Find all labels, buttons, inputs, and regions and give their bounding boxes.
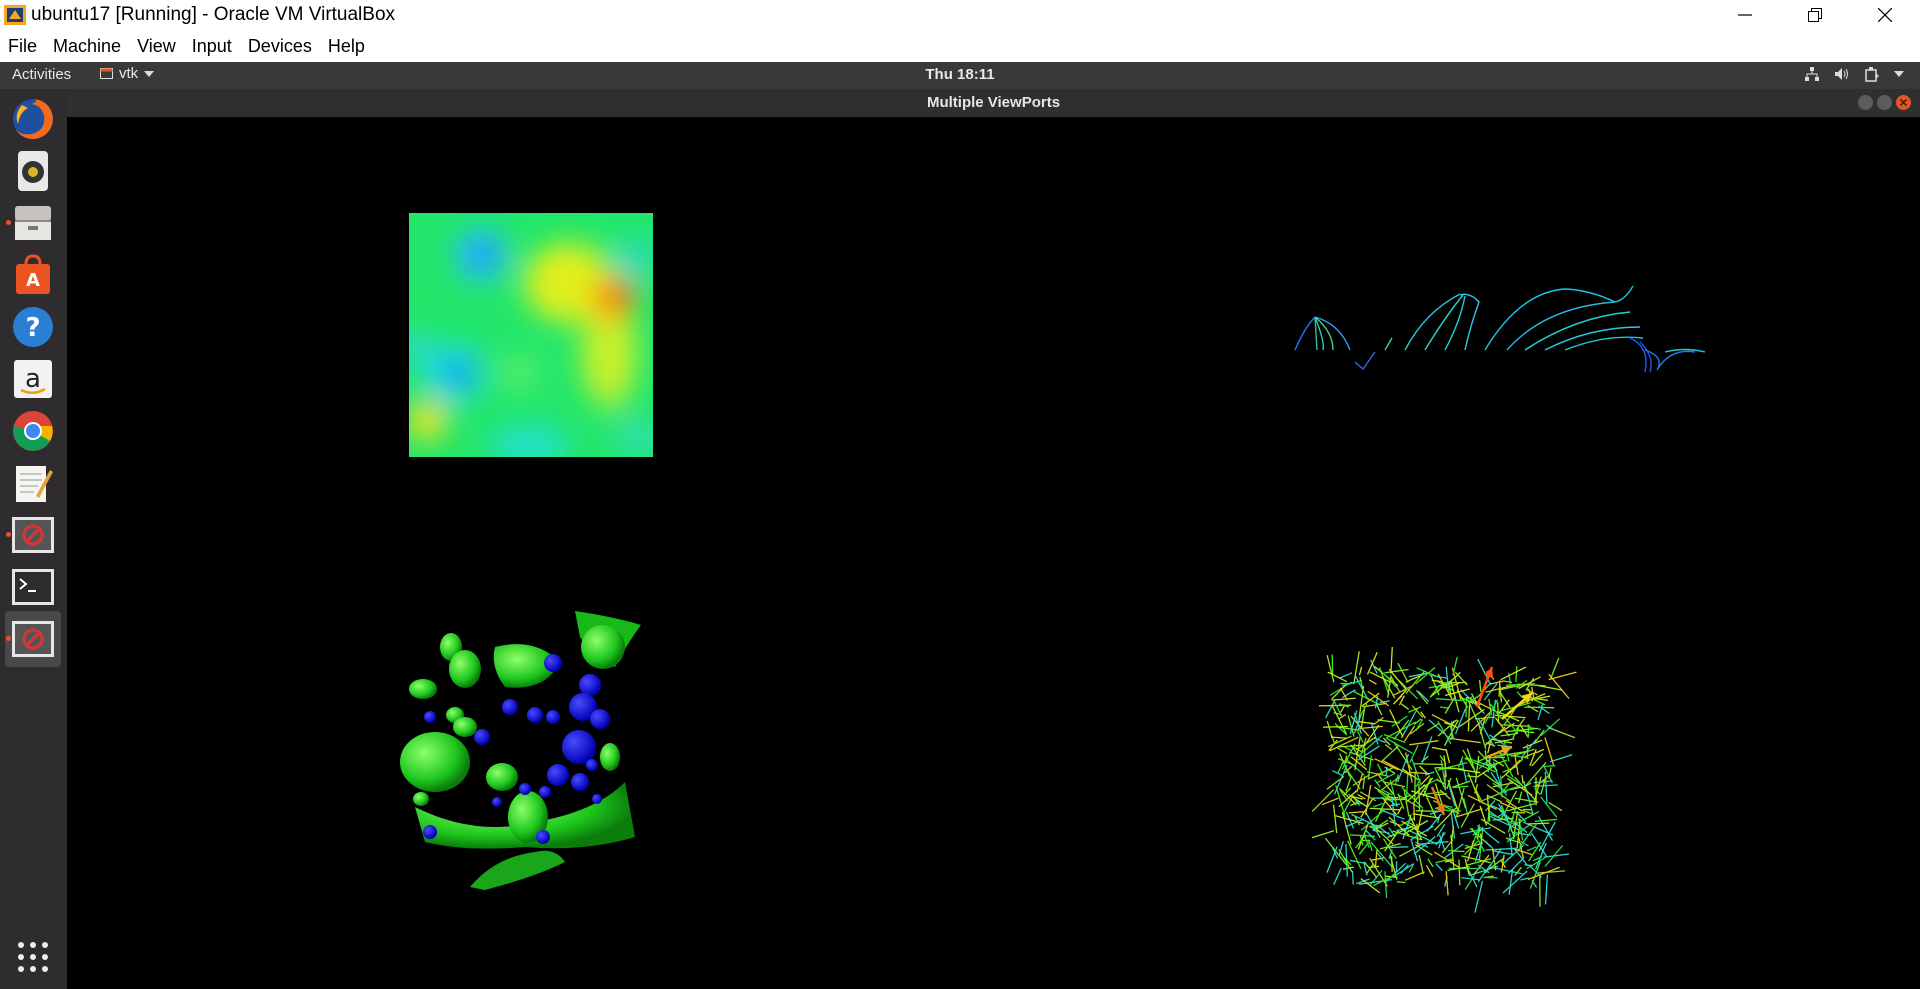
vtk-maximize-button[interactable]: [1877, 95, 1892, 110]
amazon-icon: a: [14, 360, 52, 398]
dock-item-rhythmbox[interactable]: [5, 143, 61, 199]
ubuntu-dock: A ? a: [0, 89, 67, 989]
network-icon: [1805, 67, 1819, 81]
running-indicator: [6, 636, 11, 641]
menu-devices[interactable]: Devices: [240, 30, 320, 62]
software-icon: A: [16, 254, 50, 294]
show-applications-icon: [18, 942, 48, 972]
chrome-icon: [13, 411, 53, 451]
volume-icon: [1835, 68, 1848, 80]
minimize-icon: [1738, 14, 1752, 16]
text-editor-icon: [16, 466, 53, 502]
svg-text:a: a: [25, 364, 41, 394]
close-icon: [1878, 8, 1892, 22]
vtk-app-icon: [12, 517, 54, 553]
rhythmbox-icon: [18, 151, 48, 191]
minimize-button[interactable]: [1710, 0, 1780, 30]
dock-item-firefox[interactable]: [5, 91, 61, 147]
dock-item-terminal[interactable]: [5, 559, 61, 615]
viewport-heatmap: [409, 213, 653, 457]
menu-input[interactable]: Input: [184, 30, 240, 62]
gnome-topbar: Activities vtk Thu 18:11: [0, 62, 1920, 89]
chevron-down-icon: [1894, 71, 1904, 77]
restore-button[interactable]: [1780, 0, 1850, 30]
menu-help[interactable]: Help: [320, 30, 373, 62]
vtk-close-button[interactable]: [1896, 95, 1911, 110]
vtk-render-area[interactable]: [67, 117, 1920, 989]
svg-text:A: A: [26, 270, 40, 291]
menu-machine[interactable]: Machine: [45, 30, 129, 62]
viewport-streamlines: [1294, 285, 1706, 373]
dock-item-files[interactable]: [5, 195, 61, 251]
dock-item-help[interactable]: ?: [5, 299, 61, 355]
vtk-minimize-button[interactable]: [1858, 95, 1873, 110]
running-indicator: [6, 220, 11, 225]
vtk-app-icon-2: [12, 621, 54, 657]
vtk-window-title: Multiple ViewPorts: [926, 94, 1061, 111]
dock-item-text-editor[interactable]: [5, 455, 61, 511]
running-indicator: [6, 532, 11, 537]
vbox-menubar: File Machine View Input Devices Help: [0, 30, 1920, 62]
system-tray[interactable]: [1804, 66, 1904, 82]
firefox-icon: [13, 99, 53, 139]
close-button[interactable]: [1850, 0, 1920, 30]
dock-item-amazon[interactable]: a: [5, 351, 61, 407]
close-icon: [1899, 98, 1908, 107]
dock-item-vtk-2[interactable]: [5, 611, 61, 667]
files-icon: [15, 206, 51, 240]
host-window-title: ubuntu17 [Running] - Oracle VM VirtualBo…: [31, 4, 396, 25]
menu-file[interactable]: File: [0, 30, 45, 62]
svg-text:?: ?: [25, 313, 40, 343]
power-icon: [1865, 67, 1879, 82]
terminal-icon: [12, 569, 54, 605]
show-applications-button[interactable]: [5, 929, 61, 985]
clock[interactable]: Thu 18:11: [0, 66, 1920, 83]
host-titlebar: ubuntu17 [Running] - Oracle VM VirtualBo…: [0, 0, 1920, 30]
virtualbox-app-icon: [4, 5, 26, 25]
viewport-isosurfaces: [400, 611, 641, 890]
dock-item-software[interactable]: A: [5, 247, 61, 303]
menu-view[interactable]: View: [129, 30, 184, 62]
dock-item-chrome[interactable]: [5, 403, 61, 459]
dock-item-vtk[interactable]: [5, 507, 61, 563]
restore-icon: [1808, 8, 1822, 22]
vtk-window-titlebar: Multiple ViewPorts: [67, 89, 1920, 117]
viewport-hedgehog: [1312, 647, 1577, 913]
help-icon: ?: [13, 307, 53, 347]
